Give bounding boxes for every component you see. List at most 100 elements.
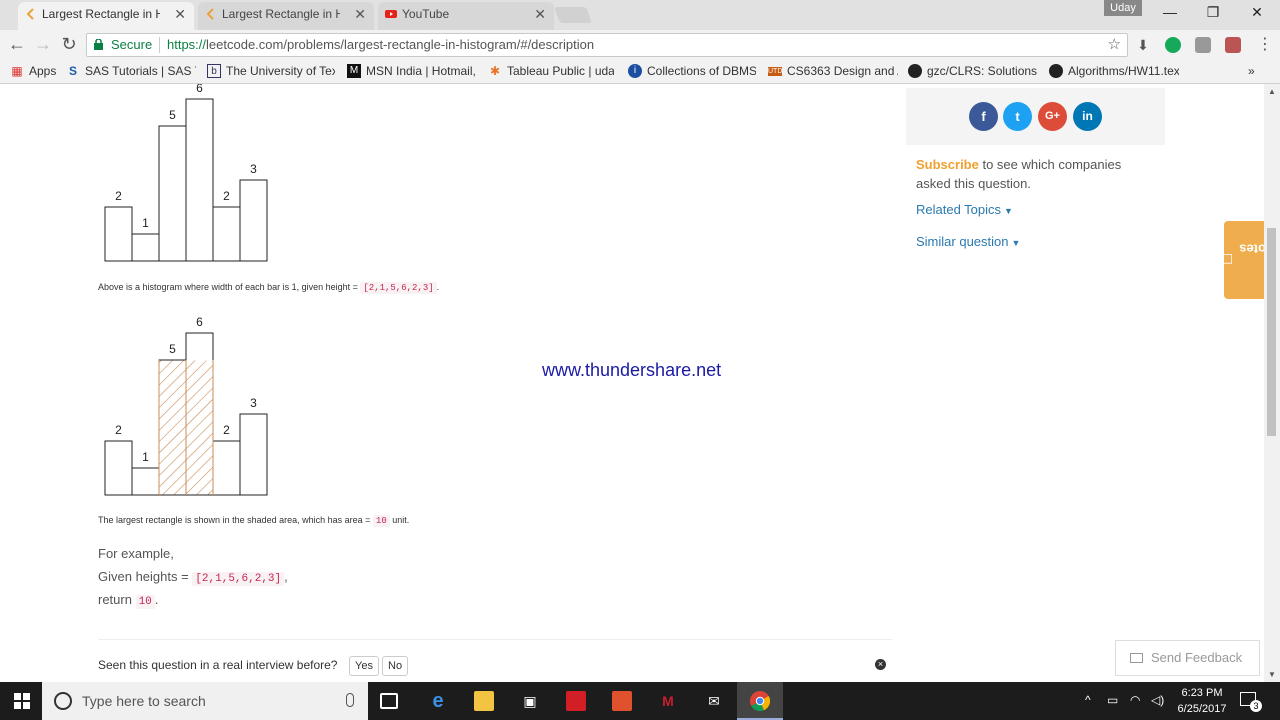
url-text[interactable]: https://leetcode.com/problems/largest-re…: [167, 34, 594, 56]
tab-leetcode-1[interactable]: Largest Rectangle in Hist ✕: [18, 2, 194, 30]
bar-height-label: 1: [142, 216, 149, 230]
powerpoint-icon[interactable]: [612, 691, 632, 711]
mcafee-icon[interactable]: M: [658, 691, 678, 711]
microphone-icon[interactable]: [346, 693, 354, 707]
no-button[interactable]: No: [382, 656, 409, 676]
send-feedback-button[interactable]: Send Feedback: [1115, 640, 1260, 676]
google-plus-glyph: G+: [1045, 110, 1060, 122]
histogram-bar: [239, 179, 268, 262]
send-feedback-label: Send Feedback: [1151, 650, 1243, 665]
bar-height-label: 5: [169, 342, 176, 356]
leetcode-favicon-icon: [206, 8, 214, 20]
extension-icon[interactable]: [1195, 37, 1211, 53]
close-tab-icon[interactable]: ✕: [174, 2, 186, 26]
twitter-icon[interactable]: t: [1003, 102, 1032, 131]
new-tab-button[interactable]: [554, 7, 592, 23]
example-given-text: Given heights =: [98, 569, 193, 584]
task-view-icon[interactable]: [380, 693, 398, 709]
download-icon[interactable]: ⬇: [1132, 37, 1154, 54]
taskbar-search-box[interactable]: Type here to search: [42, 682, 368, 720]
chrome-taskbar-button[interactable]: [737, 682, 783, 720]
clock-time: 6:23 PM: [1181, 687, 1223, 699]
bookmark-sas[interactable]: S SAS Tutorials | SAS Tra: [66, 64, 196, 80]
volume-icon[interactable]: ◁): [1151, 693, 1164, 707]
wifi-icon[interactable]: ◠: [1130, 693, 1140, 707]
menu-kebab-icon[interactable]: ⋮: [1254, 34, 1276, 54]
bar-height-label: 3: [250, 396, 257, 410]
edge-icon[interactable]: e: [428, 691, 448, 711]
bookmark-utd[interactable]: b The University of Texa: [207, 64, 335, 80]
restore-icon[interactable]: ❐: [1201, 4, 1225, 21]
system-clock[interactable]: 6:23 PM 6/25/2017: [1172, 685, 1232, 717]
file-explorer-icon[interactable]: [474, 691, 494, 711]
example-given-code: [2,1,5,6,2,3]: [192, 572, 285, 586]
tab-strip: Largest Rectangle in Hist ✕ Largest Rect…: [0, 0, 1280, 30]
scroll-down-icon[interactable]: ▼: [1268, 670, 1276, 679]
histogram-bar: [239, 413, 268, 496]
bar-height-label: 2: [223, 423, 230, 437]
extension-icon-2[interactable]: [1225, 37, 1241, 53]
store-icon[interactable]: ▣: [520, 691, 540, 711]
notes-label: ☐ Notes: [1220, 241, 1264, 265]
scrollbar-thumb[interactable]: [1267, 228, 1276, 436]
bookmark-star-icon[interactable]: ☆: [1108, 34, 1121, 56]
bookmarks-overflow-icon[interactable]: »: [1248, 64, 1264, 80]
bar-height-label: 6: [196, 84, 203, 95]
close-tab-icon[interactable]: ✕: [534, 2, 546, 26]
chrome-icon: [750, 691, 770, 711]
histogram-bar: [158, 125, 187, 262]
google-plus-icon[interactable]: G+: [1038, 102, 1067, 131]
tab-leetcode-2[interactable]: Largest Rectangle in Hist ✕: [198, 2, 374, 30]
windows-taskbar: Type here to search e ▣ M ✉ ^ ▭ ◠ ◁) 6:2…: [0, 682, 1280, 720]
bookmark-dbms[interactable]: i Collections of DBMS: [628, 64, 756, 80]
twitter-glyph: t: [1015, 109, 1020, 124]
bookmark-msn[interactable]: M MSN India | Hotmail,: [347, 64, 475, 80]
red-app-icon[interactable]: [566, 691, 586, 711]
tray-expand-icon[interactable]: ^: [1085, 693, 1091, 707]
close-tab-icon[interactable]: ✕: [354, 2, 366, 26]
bookmark-cs6363[interactable]: UTD CS6363 Design and A: [768, 64, 898, 80]
minimize-icon[interactable]: —: [1158, 4, 1182, 20]
caption-text: Above is a histogram where width of each…: [98, 282, 361, 292]
window-close-icon[interactable]: ✕: [1245, 4, 1269, 21]
grammarly-extension-icon[interactable]: [1165, 37, 1181, 53]
address-bar[interactable]: Secure https://leetcode.com/problems/lar…: [86, 33, 1128, 57]
omnibox-divider: [159, 37, 160, 53]
caption-text: The largest rectangle is shown in the sh…: [98, 515, 373, 525]
tab-youtube[interactable]: YouTube ✕: [378, 2, 554, 30]
scroll-up-icon[interactable]: ▲: [1268, 87, 1276, 96]
shaded-caption: The largest rectangle is shown in the sh…: [98, 515, 409, 527]
notes-tab[interactable]: ☐ Notes: [1220, 221, 1264, 299]
yes-button[interactable]: Yes: [349, 656, 379, 676]
example-given: Given heights = [2,1,5,6,2,3],: [98, 569, 288, 586]
profile-badge[interactable]: Uday: [1104, 0, 1142, 16]
bar-height-label: 2: [223, 189, 230, 203]
windows-start-icon[interactable]: [14, 693, 30, 709]
related-topics-toggle[interactable]: Related Topics ▼: [916, 202, 1013, 217]
similar-question-toggle[interactable]: Similar question ▼: [916, 234, 1020, 249]
battery-icon[interactable]: ▭: [1107, 693, 1118, 707]
forward-arrow-icon[interactable]: →: [32, 34, 54, 55]
back-arrow-icon[interactable]: ←: [6, 34, 28, 55]
bookmark-apps[interactable]: ▦ Apps: [10, 64, 60, 80]
bookmark-tableau[interactable]: ✱ Tableau Public | uday: [488, 64, 614, 80]
subscribe-link[interactable]: Subscribe: [916, 157, 979, 172]
histogram-bar: [131, 233, 160, 262]
facebook-icon[interactable]: f: [969, 102, 998, 131]
linkedin-icon[interactable]: in: [1073, 102, 1102, 131]
caption-code: 10: [372, 515, 390, 527]
page-scrollbar[interactable]: ▲ ▼: [1264, 84, 1280, 682]
youtube-favicon-icon: [385, 10, 397, 18]
mail-icon[interactable]: ✉: [704, 691, 724, 711]
histogram-bar: [212, 440, 241, 496]
bookmark-clrs[interactable]: gzc/CLRS: Solutions to: [908, 64, 1039, 80]
notes-text: Notes: [1239, 241, 1264, 257]
bookmark-algorithms[interactable]: Algorithms/HW11.tex: [1049, 64, 1179, 80]
sas-icon: S: [68, 64, 77, 78]
related-topics-label: Related Topics: [916, 202, 1002, 217]
bookmark-label: Collections of DBMS: [647, 64, 756, 78]
bar-height-label: 3: [250, 162, 257, 176]
reload-icon[interactable]: ↻: [58, 34, 80, 55]
dismiss-icon[interactable]: ×: [875, 659, 886, 670]
bookmark-label: Apps: [29, 64, 57, 78]
